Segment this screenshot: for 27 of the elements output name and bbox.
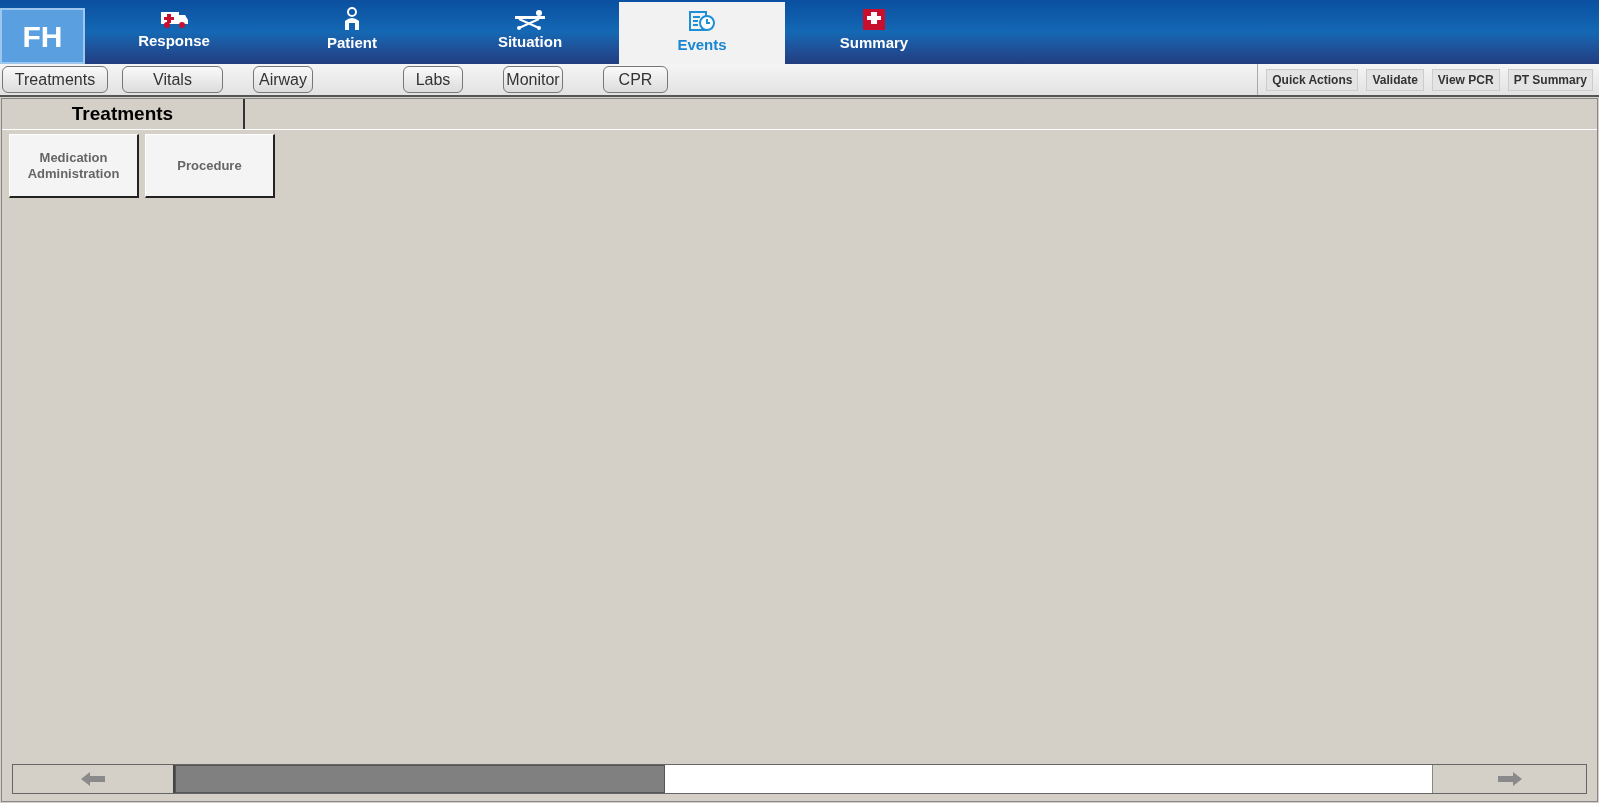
left-arrow-icon (81, 772, 105, 786)
clock-list-icon (688, 9, 716, 34)
nav-tab[interactable]: Situation (441, 0, 619, 62)
action-button[interactable]: View PCR (1431, 68, 1500, 91)
action-button[interactable]: Validate (1366, 68, 1424, 91)
sub-tab[interactable]: CPR (603, 66, 668, 93)
horizontal-scrollbar[interactable] (12, 764, 1587, 794)
nav-tab[interactable]: Response (85, 0, 263, 62)
stretcher-icon (513, 8, 547, 31)
nav-tab[interactable]: Patient (263, 0, 441, 62)
hospital-icon (861, 7, 887, 32)
sub-tab[interactable]: Labs (403, 66, 463, 93)
nav-tab[interactable]: Summary (785, 0, 963, 62)
nav-tab[interactable]: Events (619, 2, 785, 64)
scrollbar-thumb[interactable] (175, 765, 665, 793)
sub-tab[interactable]: Airway (253, 66, 313, 93)
right-arrow-icon (1497, 772, 1522, 786)
panel-tab[interactable]: Treatments (2, 99, 245, 129)
logo: FH (0, 8, 85, 64)
treatment-button[interactable]: Procedure (145, 134, 275, 198)
treatment-button[interactable]: Medication Administration (9, 134, 139, 198)
sub-tab[interactable]: Vitals (122, 66, 223, 93)
sub-tab[interactable]: Treatments (2, 66, 108, 93)
sub-tab[interactable]: Monitor (503, 66, 563, 93)
ambulance-icon (159, 9, 189, 30)
action-button[interactable]: Quick Actions (1266, 68, 1359, 91)
action-button[interactable]: PT Summary (1507, 68, 1593, 91)
